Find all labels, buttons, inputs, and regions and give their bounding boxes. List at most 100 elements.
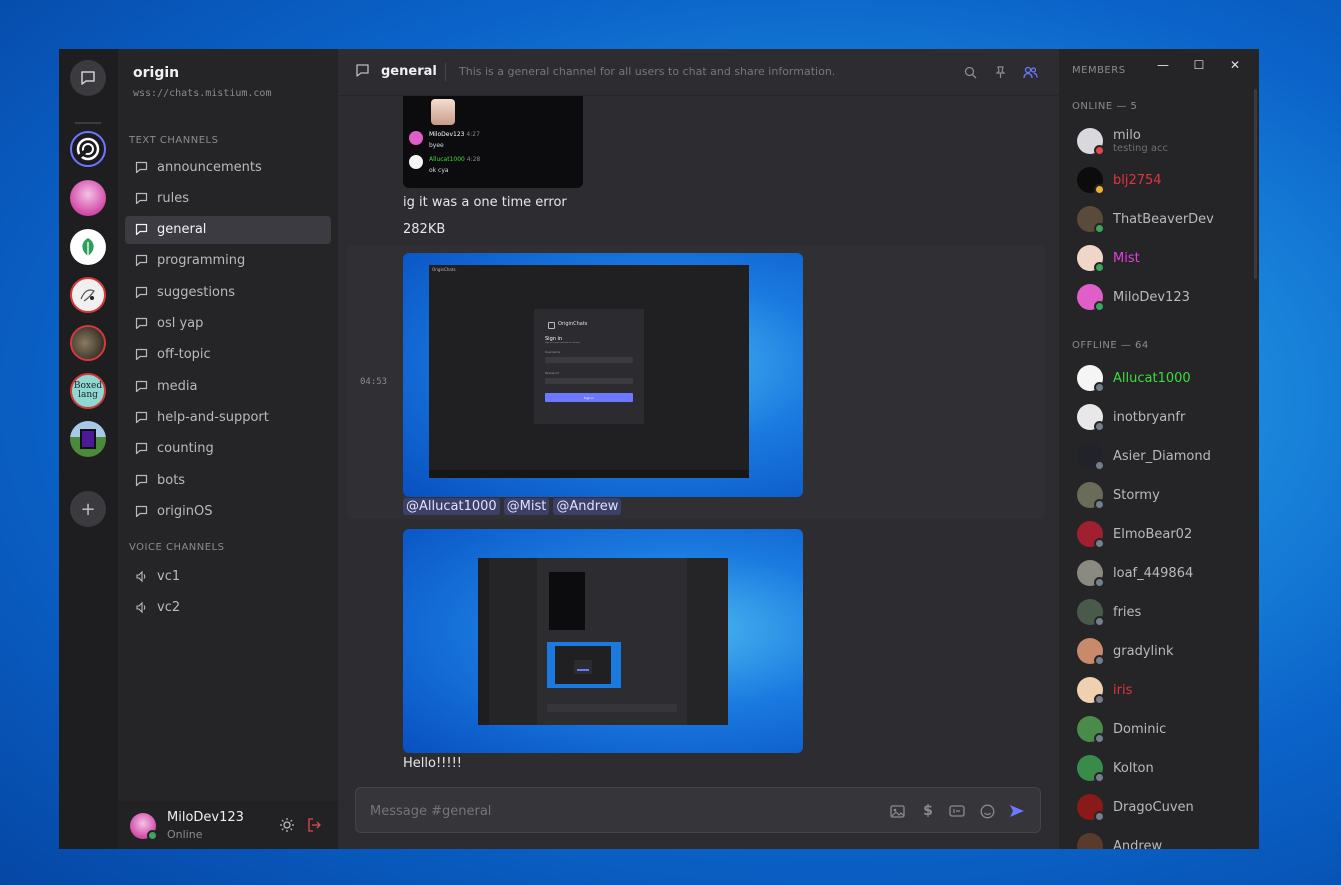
- server-icon-origin[interactable]: [70, 131, 106, 167]
- channel-item[interactable]: counting: [125, 435, 331, 463]
- server-icon-leaf[interactable]: [70, 229, 106, 265]
- speaker-icon: [135, 570, 149, 583]
- status-dot: [1094, 694, 1105, 705]
- gif-button[interactable]: [948, 802, 966, 820]
- mention[interactable]: @Andrew: [553, 498, 622, 515]
- money-button[interactable]: $: [919, 802, 937, 820]
- chat-bubble-icon: [135, 348, 149, 361]
- channel-item[interactable]: general: [125, 215, 331, 244]
- message-input[interactable]: [368, 798, 872, 824]
- channel-label: programming: [157, 253, 246, 269]
- channel-item[interactable]: programming: [125, 247, 331, 275]
- avatar: [1077, 677, 1105, 705]
- member-item[interactable]: Dominic: [1077, 713, 1247, 745]
- channel-item[interactable]: off-topic: [125, 341, 331, 369]
- server-icon-portal[interactable]: [70, 421, 106, 457]
- member-item[interactable]: gradylink: [1077, 635, 1247, 667]
- status-dot: [1094, 616, 1105, 627]
- members-toggle-button[interactable]: [1022, 64, 1038, 80]
- member-item[interactable]: Andrew: [1077, 830, 1247, 849]
- attach-image-button[interactable]: [888, 802, 906, 820]
- avatar: [1077, 755, 1105, 783]
- voice-channel-item[interactable]: vc2: [125, 593, 331, 621]
- member-item[interactable]: inotbryanfr: [1077, 401, 1247, 433]
- channel-item[interactable]: bots: [125, 466, 331, 494]
- channel-item[interactable]: suggestions: [125, 278, 331, 306]
- channel-header: general This is a general channel for al…: [338, 49, 1059, 96]
- channel-item[interactable]: help-and-support: [125, 403, 331, 431]
- server-icon-photo[interactable]: [70, 325, 106, 361]
- channel-label: rules: [157, 190, 189, 206]
- channel-label: suggestions: [157, 284, 235, 300]
- pinned-button[interactable]: [992, 64, 1008, 80]
- channel-label: osl yap: [157, 316, 204, 331]
- message-timestamp: 04:53: [360, 377, 388, 387]
- status-dot: [1094, 223, 1105, 234]
- embedded-image-chat[interactable]: MiloDev123 4:27 byee Allucat1000 4:28 ok…: [403, 95, 583, 188]
- embedded-image-app[interactable]: [403, 529, 803, 753]
- theme-toggle-button[interactable]: [279, 817, 295, 833]
- emoji-button[interactable]: [978, 802, 996, 820]
- image-icon: [889, 804, 905, 818]
- channel-item[interactable]: originOS: [125, 497, 331, 525]
- close-button[interactable]: ✕: [1222, 54, 1248, 76]
- member-item[interactable]: loaf_449864: [1077, 557, 1247, 589]
- add-server-button[interactable]: +: [70, 491, 106, 527]
- member-activity: testing acc: [1113, 143, 1168, 154]
- server-icon-anime[interactable]: [70, 180, 106, 216]
- send-button[interactable]: [1007, 802, 1027, 820]
- voice-channel-item[interactable]: vc1: [125, 562, 331, 590]
- member-item[interactable]: iris: [1077, 674, 1247, 706]
- channel-label: bots: [157, 472, 186, 488]
- member-name: milo: [1113, 128, 1141, 143]
- member-item[interactable]: blj2754: [1077, 164, 1247, 196]
- status-dot: [1094, 499, 1105, 510]
- portal-icon: [80, 429, 96, 449]
- logout-button[interactable]: [306, 817, 322, 833]
- avatar[interactable]: [130, 813, 158, 841]
- maximize-button[interactable]: ☐: [1186, 54, 1212, 76]
- voice-channels-category: VOICE CHANNELS: [129, 542, 225, 553]
- screenshot-window-title: OriginChats: [432, 267, 456, 272]
- minimize-button[interactable]: —: [1150, 54, 1176, 76]
- avatar: [1077, 128, 1105, 156]
- member-item[interactable]: Allucat1000: [1077, 362, 1247, 394]
- member-item[interactable]: ThatBeaverDev: [1077, 203, 1247, 235]
- member-name: inotbryanfr: [1113, 409, 1186, 425]
- embedded-image-signin[interactable]: OriginChats OriginChats Sign in Sign in …: [403, 253, 803, 497]
- chat-bubble-icon: [135, 411, 149, 424]
- member-list-scrollbar[interactable]: [1254, 89, 1257, 279]
- member-item[interactable]: ElmoBear02: [1077, 518, 1247, 550]
- mention[interactable]: @Allucat1000: [403, 498, 500, 515]
- member-item[interactable]: MiloDev123: [1077, 281, 1247, 313]
- avatar: [1077, 284, 1105, 312]
- avatar: [1077, 794, 1105, 822]
- member-item[interactable]: DragoCuven: [1077, 791, 1247, 823]
- server-icon-sketch[interactable]: [70, 277, 106, 313]
- member-item[interactable]: Mist: [1077, 242, 1247, 274]
- channel-label: general: [157, 222, 207, 238]
- status-dot: [1094, 421, 1105, 432]
- status-dot: [1094, 382, 1105, 393]
- embed-time-1: 4:27: [466, 131, 480, 138]
- message-text: ig it was a one time error: [403, 195, 567, 210]
- mention[interactable]: @Mist: [503, 498, 550, 515]
- search-button[interactable]: [962, 64, 978, 80]
- member-name: fries: [1113, 604, 1142, 620]
- channel-item[interactable]: media: [125, 372, 331, 400]
- member-item[interactable]: fries: [1077, 596, 1247, 628]
- member-name: ThatBeaverDev: [1113, 211, 1214, 227]
- nested-channel-list: [489, 558, 537, 725]
- channel-item[interactable]: announcements: [125, 153, 331, 181]
- member-item[interactable]: Stormy: [1077, 479, 1247, 511]
- channel-label: announcements: [157, 159, 262, 175]
- member-item[interactable]: Asier_Diamond: [1077, 440, 1247, 472]
- server-icon-boxedlang[interactable]: Boxed lang: [70, 373, 106, 409]
- chat-bubble-icon: [135, 286, 149, 299]
- avatar: [1077, 167, 1105, 195]
- channel-item[interactable]: rules: [125, 184, 331, 212]
- member-item[interactable]: Kolton: [1077, 752, 1247, 784]
- member-item[interactable]: milo testing acc: [1077, 125, 1247, 157]
- direct-messages-button[interactable]: [70, 60, 106, 96]
- channel-item[interactable]: osl yap: [125, 310, 331, 338]
